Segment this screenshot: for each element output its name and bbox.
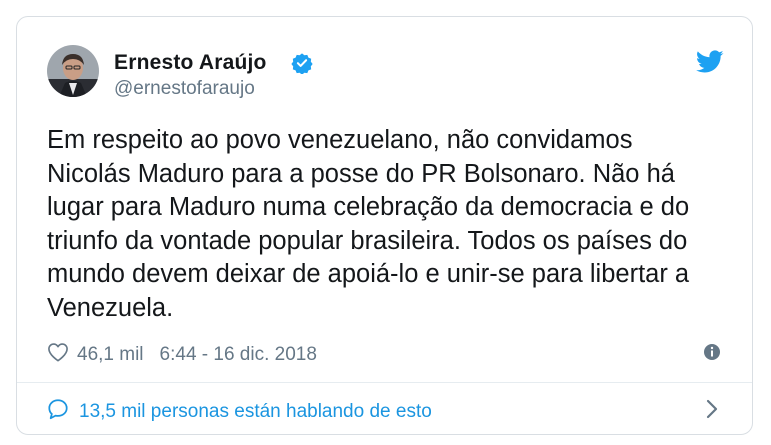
verified-badge-icon (291, 52, 313, 79)
timestamp[interactable]: 6:44 - 16 dic. 2018 (160, 344, 317, 366)
info-icon[interactable] (703, 343, 721, 366)
conversation-label[interactable]: 13,5 mil personas están hablando de esto (79, 401, 432, 423)
conversation-link[interactable]: 13,5 mil personas están hablando de esto (47, 398, 432, 426)
display-name[interactable]: Ernesto Araújo (114, 51, 267, 75)
avatar[interactable] (47, 45, 99, 97)
speech-bubble-icon (47, 398, 69, 426)
like-count[interactable]: 46,1 mil (77, 344, 144, 366)
heart-icon[interactable] (47, 342, 69, 368)
divider (17, 382, 752, 383)
tweet-text: Em respeito ao povo venezuelano, não con… (47, 126, 690, 322)
tweet-meta: 46,1 mil 6:44 - 16 dic. 2018 (47, 342, 317, 368)
user-handle[interactable]: @ernestofaraujo (114, 78, 255, 100)
tweet-card: Ernesto Araújo @ernestofaraujo Em respei… (16, 16, 753, 435)
chevron-right-icon[interactable] (705, 398, 719, 425)
twitter-bird-icon[interactable] (696, 50, 724, 79)
